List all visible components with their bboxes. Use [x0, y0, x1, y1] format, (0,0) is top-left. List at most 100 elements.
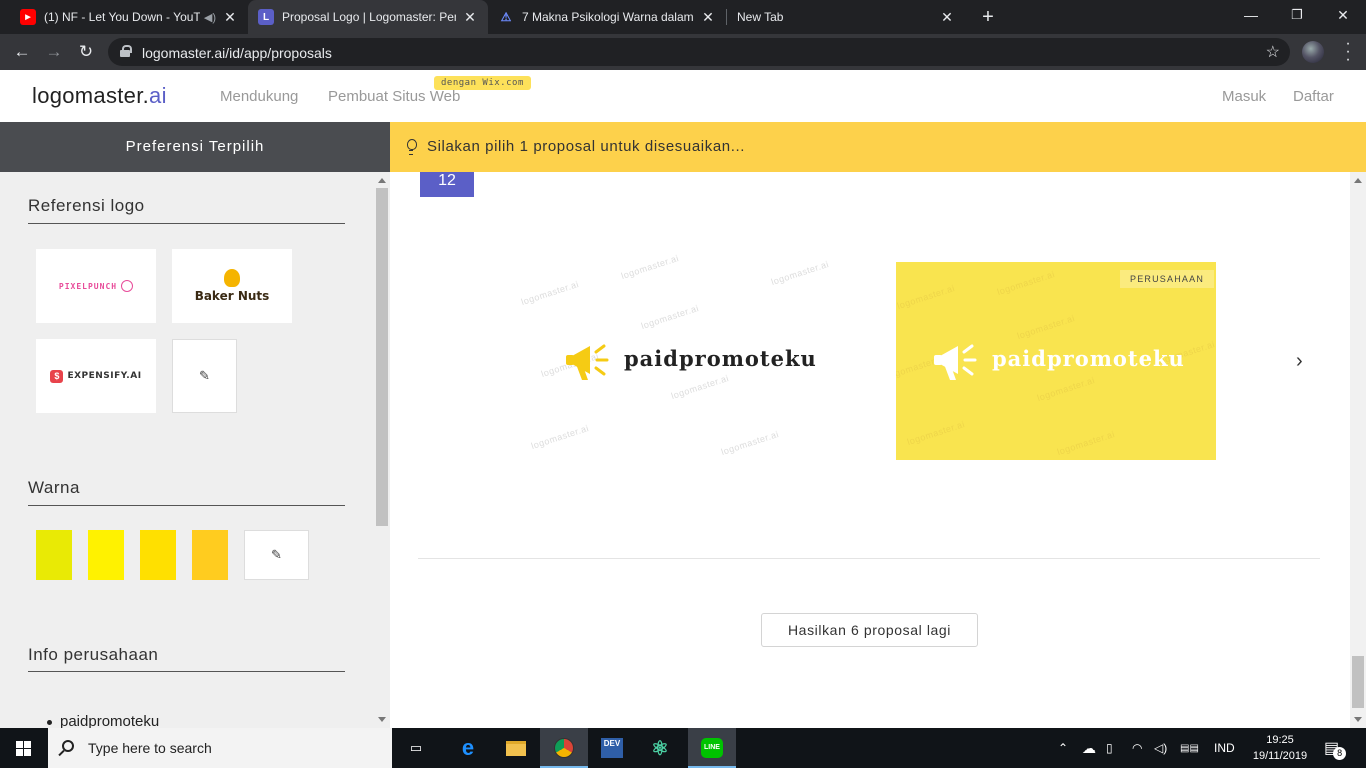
color-title: Warna — [28, 478, 80, 497]
color-swatch[interactable] — [192, 530, 228, 580]
browser-toolbar: ← → ↻ logomaster.ai/id/app/proposals ☆ ·… — [0, 34, 1366, 70]
nav-mendukung[interactable]: Mendukung — [220, 88, 298, 105]
taskbar-search[interactable]: Type here to search — [48, 728, 392, 768]
color-swatch[interactable] — [140, 530, 176, 580]
ref-logo-baker-nuts[interactable]: Baker Nuts — [172, 249, 292, 323]
close-tab-icon[interactable]: ✕ — [939, 9, 955, 26]
scrollbar-thumb[interactable] — [376, 188, 388, 526]
ref-logo-label: PIXELPUNCH — [58, 281, 118, 291]
atom-icon[interactable]: ⚛ — [636, 728, 684, 768]
browser-menu-icon[interactable]: · · · — [1344, 36, 1352, 68]
keyboard-icon[interactable]: ▤▤ — [1180, 728, 1199, 768]
sidebar: Referensi logo PIXELPUNCH Baker Nuts $ E… — [0, 172, 390, 728]
windows-taskbar: Type here to search ▭ e DEV ⚛ LINE ⌃ ☁ ▯… — [0, 728, 1366, 768]
close-tab-icon[interactable]: ✕ — [462, 9, 478, 26]
megaphone-icon — [934, 344, 977, 380]
minimize-icon[interactable]: — — [1228, 0, 1274, 30]
tab-youtube[interactable]: ▶ (1) NF - Let You Down - YouTube ◀) ✕ — [10, 0, 248, 34]
new-tab-icon[interactable]: + — [976, 5, 1000, 29]
wix-badge: dengan Wix.com — [434, 76, 531, 90]
generate-more-proposals-button[interactable]: Hasilkan 6 proposal lagi — [761, 613, 978, 647]
login-link[interactable]: Masuk — [1222, 88, 1266, 105]
watermark-text: logomaster.ai — [519, 278, 581, 308]
color-swatch[interactable] — [88, 530, 124, 580]
tab-title: New Tab — [737, 10, 784, 24]
watermark-text: logomaster.ai — [1055, 428, 1117, 458]
tab-new-tab[interactable]: New Tab ✕ — [727, 0, 965, 34]
browser-tab-bar: ▶ (1) NF - Let You Down - YouTube ◀) ✕ L… — [0, 0, 1366, 34]
ref-logo-expensify[interactable]: $ EXPENSIFY.AI — [36, 339, 156, 413]
main-scrollbar[interactable] — [1350, 172, 1366, 728]
search-icon — [62, 740, 74, 752]
onedrive-icon[interactable]: ☁ — [1082, 728, 1096, 768]
close-tab-icon[interactable]: ✕ — [700, 9, 716, 26]
watermark-text: logomaster.ai — [669, 372, 731, 402]
scroll-up-arrow-icon[interactable] — [1354, 178, 1362, 183]
bookmark-star-icon[interactable]: ☆ — [1266, 42, 1280, 62]
ref-logo-pixelpunch[interactable]: PIXELPUNCH — [36, 249, 156, 323]
scroll-up-arrow-icon[interactable] — [378, 178, 386, 183]
notice-bar: Silakan pilih 1 proposal untuk disesuaik… — [390, 122, 1366, 172]
show-hidden-icons[interactable]: ⌃ — [1058, 728, 1068, 768]
edit-references-button[interactable]: ✎ — [172, 339, 237, 413]
profile-avatar[interactable] — [1302, 41, 1324, 63]
search-placeholder: Type here to search — [88, 740, 212, 756]
task-view-icon[interactable]: ▭ — [392, 728, 440, 768]
tab-title: Proposal Logo | Logomaster: Pembuat Logo — [282, 10, 456, 24]
url-text[interactable]: logomaster.ai/id/app/proposals — [142, 45, 332, 61]
speaker-icon[interactable]: ◀) — [204, 11, 216, 24]
watermark-text: logomaster.ai — [905, 418, 967, 448]
section-divider — [28, 505, 345, 506]
watermark-text: logomaster.ai — [995, 268, 1057, 298]
sidebar-scrollbar[interactable] — [374, 172, 390, 728]
signup-link[interactable]: Daftar — [1293, 88, 1334, 105]
megaphone-icon — [566, 344, 609, 380]
close-tab-icon[interactable]: ✕ — [222, 9, 238, 26]
youtube-icon: ▶ — [20, 9, 36, 25]
lightbulb-icon — [406, 139, 417, 155]
nav-pembuat-situs-web[interactable]: Pembuat Situs Web — [328, 88, 460, 105]
back-arrow-icon[interactable]: ← — [10, 40, 34, 64]
input-language[interactable]: IND — [1214, 728, 1235, 768]
restore-icon[interactable]: ❐ — [1274, 0, 1320, 30]
pixelpunch-mark-icon — [121, 280, 134, 292]
tab-makna-warna[interactable]: ⚠ 7 Makna Psikologi Warna dalam Logo ✕ — [488, 0, 726, 34]
scroll-down-arrow-icon[interactable] — [1354, 717, 1362, 722]
wifi-icon[interactable]: ◠ — [1132, 728, 1142, 768]
color-swatch[interactable] — [36, 530, 72, 580]
clock-time: 19:25 — [1266, 734, 1294, 746]
address-bar[interactable]: logomaster.ai/id/app/proposals ☆ — [108, 38, 1290, 66]
edge-icon[interactable]: e — [444, 728, 492, 768]
action-center-icon[interactable]: ▤ 8 — [1324, 728, 1347, 768]
perusahaan-tag: PERUSAHAAN — [1120, 270, 1215, 288]
forward-arrow-icon[interactable]: → — [42, 40, 66, 64]
power-icon[interactable]: ▯ — [1106, 728, 1113, 768]
dev-cpp-icon[interactable]: DEV — [588, 728, 636, 768]
reload-icon[interactable]: ↻ — [74, 40, 98, 64]
watermark-text: logomaster.ai — [1015, 312, 1077, 342]
scroll-down-arrow-icon[interactable] — [378, 717, 386, 722]
line-icon[interactable]: LINE — [688, 728, 736, 768]
proposal-card-yellow[interactable]: logomaster.ai logomaster.ai logomaster.a… — [896, 262, 1216, 460]
system-clock[interactable]: 19:25 19/11/2019 — [1248, 732, 1312, 764]
watermark-text: logomaster.ai — [529, 422, 591, 452]
watermark-text: logomaster.ai — [1035, 374, 1097, 404]
logomaster-icon: L — [258, 9, 274, 25]
tab-logomaster[interactable]: L Proposal Logo | Logomaster: Pembuat Lo… — [248, 0, 488, 34]
next-proposal-arrow-icon[interactable]: › — [1296, 350, 1303, 373]
close-window-icon[interactable]: ✕ — [1320, 0, 1366, 30]
company-info-title: Info perusahaan — [28, 645, 159, 664]
watermark-text: logomaster.ai — [719, 428, 781, 458]
watermark-text: logomaster.ai — [896, 282, 957, 312]
scrollbar-thumb[interactable] — [1352, 656, 1364, 708]
file-explorer-icon[interactable] — [492, 728, 540, 768]
edit-icon: ✎ — [271, 547, 282, 562]
ref-logo-label: Baker Nuts — [194, 289, 270, 303]
windows-start-icon[interactable] — [0, 728, 48, 768]
chrome-icon[interactable] — [540, 728, 588, 768]
tab-title: 7 Makna Psikologi Warna dalam Logo — [522, 10, 694, 24]
volume-icon[interactable]: ◁) — [1154, 728, 1167, 768]
edit-colors-button[interactable]: ✎ — [244, 530, 309, 580]
baker-nuts-mark-icon — [224, 269, 240, 287]
site-logo[interactable]: logomaster.ai — [32, 83, 167, 109]
